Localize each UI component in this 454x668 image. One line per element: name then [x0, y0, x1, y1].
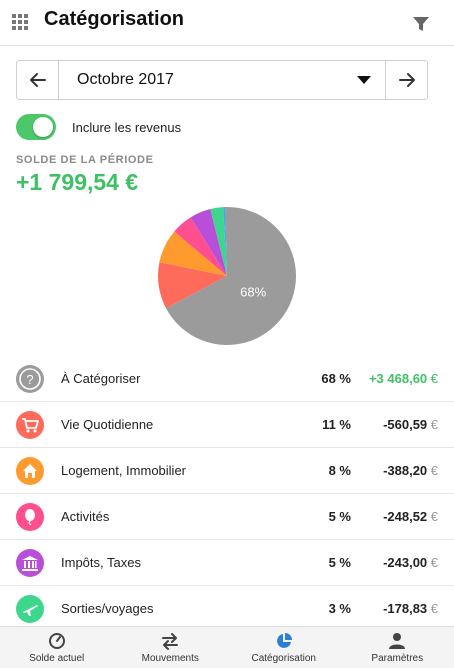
category-amount: -388,20 €: [383, 463, 438, 478]
category-name: À Catégoriser: [61, 371, 141, 386]
page-title: Catégorisation: [44, 8, 185, 30]
plane-icon: [16, 595, 44, 623]
nav-categorisation[interactable]: Catégorisation: [227, 627, 341, 668]
period-selector: Octobre 2017: [16, 60, 428, 100]
caret-down-icon: [357, 76, 371, 84]
apps-grid-icon[interactable]: [12, 14, 28, 30]
category-row[interactable]: Activités 5 % -248,52 €: [0, 494, 454, 540]
next-month-button[interactable]: [385, 61, 427, 99]
category-amount: -178,83 €: [383, 601, 438, 616]
category-name: Activités: [61, 509, 110, 524]
nav-label: Catégorisation: [251, 653, 316, 664]
currency-symbol: €: [427, 601, 438, 616]
balance-label: SOLDE DE LA PÉRIODE: [16, 154, 154, 166]
currency-symbol: €: [427, 509, 438, 524]
category-percentage: 5 %: [328, 555, 351, 570]
month-dropdown[interactable]: Octobre 2017: [59, 61, 385, 99]
bank-icon: [16, 549, 44, 577]
category-amount: -560,59 €: [383, 417, 438, 432]
question-icon: ?: [16, 365, 44, 393]
category-percentage: 11 %: [322, 417, 351, 432]
nav-label: Paramètres: [371, 653, 424, 664]
pie-chart-icon: [274, 631, 294, 651]
currency-symbol: €: [427, 417, 438, 432]
category-name: Sorties/voyages: [61, 601, 154, 616]
category-row[interactable]: Vie Quotidienne 11 % -560,59 €: [0, 402, 454, 448]
category-name: Vie Quotidienne: [61, 417, 154, 432]
category-row[interactable]: ? À Catégoriser 68 % +3 468,60 €: [0, 356, 454, 402]
toggle-knob: [33, 117, 53, 137]
category-percentage: 68 %: [321, 371, 351, 386]
category-row[interactable]: Logement, Immobilier 8 % -388,20 €: [0, 448, 454, 494]
category-pie-chart: 68%: [157, 206, 297, 346]
nav-solde-actuel[interactable]: Solde actuel: [0, 627, 114, 668]
amount-value: -248,52: [383, 509, 428, 524]
nav-mouvements[interactable]: Mouvements: [114, 627, 228, 668]
nav-label: Mouvements: [141, 653, 199, 664]
include-income-row: Inclure les revenus: [16, 114, 181, 140]
include-income-toggle[interactable]: [16, 114, 56, 140]
svg-text:?: ?: [26, 372, 33, 387]
month-label: Octobre 2017: [77, 71, 174, 88]
filter-icon[interactable]: [412, 15, 430, 33]
swap-arrows-icon: [160, 631, 180, 651]
top-bar: Catégorisation: [0, 0, 454, 46]
category-percentage: 8 %: [328, 463, 351, 478]
currency-symbol: €: [427, 371, 438, 386]
amount-value: -243,00: [383, 555, 428, 570]
nav-parametres[interactable]: Paramètres: [341, 627, 454, 668]
gauge-icon: [47, 631, 67, 651]
category-amount: -248,52 €: [383, 509, 438, 524]
category-amount: +3 468,60 €: [369, 371, 438, 386]
pie-slice-label: 68%: [240, 284, 266, 299]
pie-chart-svg: 68%: [158, 207, 296, 345]
amount-value: -388,20: [383, 463, 428, 478]
nav-label: Solde actuel: [29, 653, 85, 664]
category-percentage: 3 %: [328, 601, 351, 616]
balloon-icon: [16, 503, 44, 531]
category-row[interactable]: Impôts, Taxes 5 % -243,00 €: [0, 540, 454, 586]
arrow-right-icon: [398, 73, 415, 87]
category-name: Impôts, Taxes: [61, 555, 141, 570]
currency-symbol: €: [427, 463, 438, 478]
include-income-label: Inclure les revenus: [72, 119, 182, 135]
amount-value: +3 468,60: [368, 371, 428, 386]
category-name: Logement, Immobilier: [61, 463, 186, 478]
cart-icon: [16, 411, 44, 439]
category-list: ? À Catégoriser 68 % +3 468,60 € Vie Quotidi…: [0, 356, 454, 632]
currency-symbol: €: [427, 555, 438, 570]
previous-month-button[interactable]: [17, 61, 59, 99]
category-percentage: 5 %: [328, 509, 351, 524]
arrow-left-icon: [29, 73, 46, 87]
user-icon: [387, 631, 407, 651]
house-icon: [16, 457, 44, 485]
category-amount: -243,00 €: [383, 555, 438, 570]
amount-value: -560,59: [383, 417, 428, 432]
amount-value: -178,83: [383, 601, 428, 616]
balance-value: +1 799,54 €: [16, 169, 139, 195]
bottom-navigation: Solde actuel Mouvements Catégorisation Para…: [0, 626, 454, 668]
